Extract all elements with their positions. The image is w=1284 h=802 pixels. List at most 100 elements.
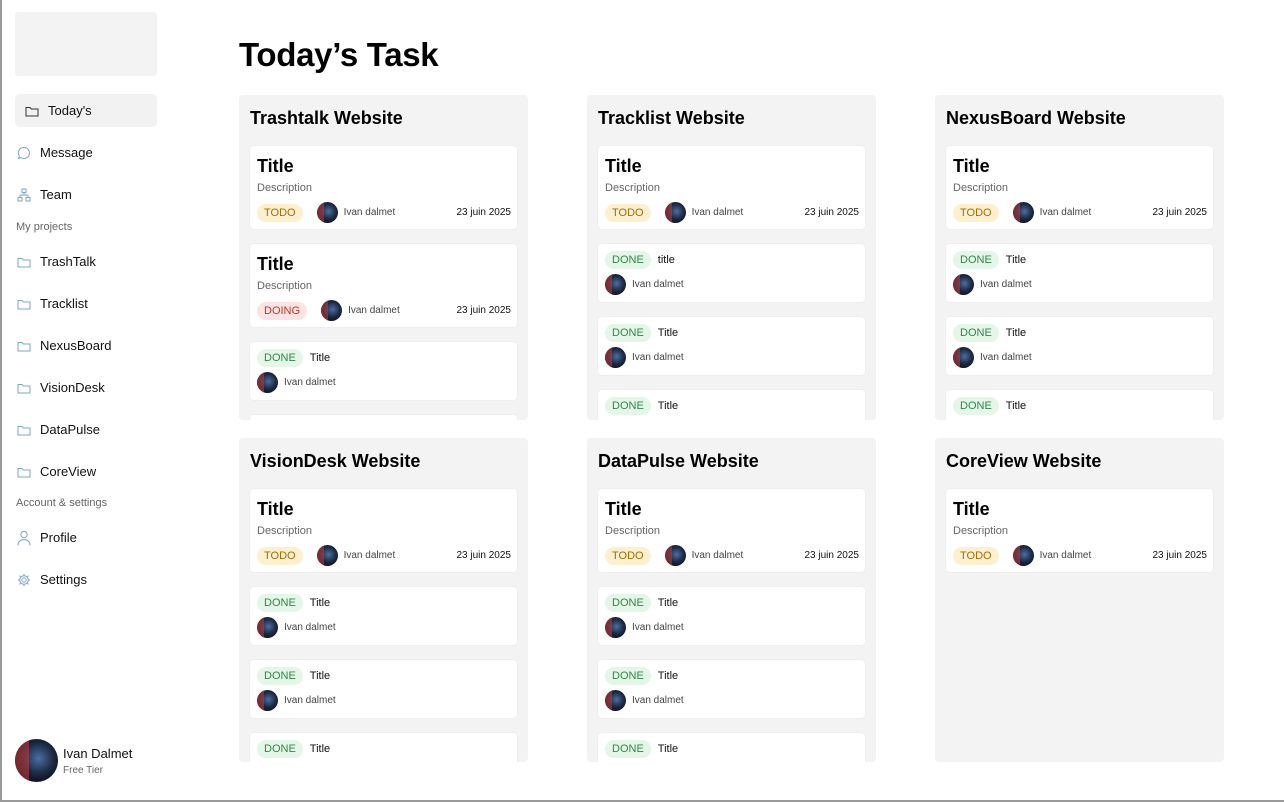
folder-icon: [17, 423, 31, 437]
due-date: 23 juin 2025: [804, 550, 860, 561]
task-description: Description: [257, 280, 313, 292]
task-card[interactable]: DONE Title Ivan dalmet: [946, 244, 1213, 302]
nav-item-label: Team: [40, 187, 72, 202]
status-badge: DONE: [953, 397, 999, 415]
project-column: CoreView Website Title Description TODO Ivan…: [935, 438, 1224, 762]
assignee-name: Ivan dalmet: [691, 207, 744, 218]
task-card[interactable]: Title Description TODO Ivan dalmet 23 juin 2…: [250, 489, 517, 572]
sidebar: Today's Message Team My projects TrashTa…: [2, 0, 172, 800]
task-card[interactable]: DONETitleIvan dalmet: [598, 733, 865, 762]
task-card[interactable]: Title Description TODO Ivan dalmet 23 juin 2…: [250, 146, 517, 229]
task-title: Title: [657, 597, 679, 609]
section-label-projects: My projects: [16, 221, 73, 233]
task-card[interactable]: Title Description TODO Ivan dalmet 23 juin 2…: [946, 489, 1213, 572]
assignee-name: Ivan dalmet: [632, 695, 684, 706]
project-column: NexusBoard Website Title Description TODO Iv…: [935, 95, 1224, 420]
task-title: Title: [657, 743, 679, 755]
assignee-name: Ivan dalmet: [980, 279, 1032, 290]
project-column: Tracklist Website Title Description TODO Iva…: [587, 95, 876, 420]
nav-item-message[interactable]: Message: [15, 136, 157, 169]
task-card[interactable]: DONETitleIvan dalmet: [598, 390, 865, 420]
task-title: Title: [257, 254, 294, 274]
assignee-name: Ivan dalmet: [284, 695, 336, 706]
folder-icon: [25, 104, 39, 118]
user-name: Ivan Dalmet: [63, 745, 133, 761]
nav-item-label: Settings: [40, 572, 87, 587]
task-card[interactable]: DONETitleIvan dalmet: [946, 317, 1213, 375]
avatar: [1012, 202, 1034, 223]
task-title: Title: [309, 743, 331, 755]
task-title: Title: [953, 156, 990, 176]
task-description: Description: [605, 525, 661, 537]
status-badge: DONE: [953, 251, 999, 269]
column-title: Tracklist Website: [598, 108, 745, 128]
nav-item-label: DataPulse: [40, 422, 100, 437]
nav-item-label: VisionDesk: [40, 380, 105, 395]
avatar: [257, 372, 278, 393]
task-card[interactable]: DONE title Ivan dalmet: [598, 244, 865, 302]
user-tier: Free Tier: [63, 764, 104, 776]
sidebar-item-coreview[interactable]: CoreView: [15, 455, 157, 488]
sidebar-item-tracklist[interactable]: Tracklist: [15, 287, 157, 320]
column-title: Trashtalk Website: [250, 108, 403, 128]
folder-icon: [17, 339, 31, 353]
sidebar-item-visiondesk[interactable]: VisionDesk: [15, 371, 157, 404]
status-badge: DONE: [605, 667, 651, 685]
team-icon: [17, 188, 31, 202]
assignee-name: Ivan dalmet: [1039, 207, 1092, 218]
task-card[interactable]: DONETitleIvan dalmet: [250, 342, 517, 400]
sidebar-item-trashtalk[interactable]: TrashTalk: [15, 245, 157, 278]
nav-item-todays[interactable]: Today's: [15, 94, 157, 127]
task-card[interactable]: Title Description TODO Ivan dalmet 23 juin 2…: [946, 146, 1213, 229]
avatar: [257, 617, 278, 638]
due-date: 23 juin 2025: [1152, 207, 1208, 218]
avatar: [605, 347, 626, 368]
sidebar-item-settings[interactable]: Settings: [15, 563, 157, 596]
avatar: [316, 545, 338, 566]
project-column: Trashtalk Website Title Description TODO Iva…: [239, 95, 528, 420]
status-badge: TODO: [257, 203, 303, 222]
task-card[interactable]: DONETitleIvan dalmet: [598, 587, 865, 645]
task-card[interactable]: Title Description DOING Ivan dalmet 23 juin …: [250, 244, 517, 327]
status-badge: TODO: [605, 203, 651, 222]
due-date: 23 juin 2025: [456, 207, 512, 218]
task-title: Title: [257, 499, 294, 519]
avatar: [605, 617, 626, 638]
avatar: [605, 690, 626, 711]
assignee-name: Ivan dalmet: [284, 622, 336, 633]
assignee-name: Ivan dalmet: [691, 550, 744, 561]
task-card[interactable]: DONETitleIvan dalmet: [946, 390, 1213, 420]
task-card[interactable]: DONETitleIvan dalmet: [250, 733, 517, 762]
assignee-name: Ivan dalmet: [632, 622, 684, 633]
assignee-name: Ivan dalmet: [284, 377, 336, 388]
status-badge: DONE: [257, 667, 303, 685]
task-description: Description: [953, 525, 1009, 537]
sidebar-item-nexusboard[interactable]: NexusBoard: [15, 329, 157, 362]
task-title: Title: [1005, 254, 1027, 266]
task-card[interactable]: DONE Title Ivan dalmet: [598, 660, 865, 718]
sidebar-item-profile[interactable]: Profile: [15, 521, 157, 554]
nav-item-label: TrashTalk: [40, 254, 96, 269]
task-title: Title: [657, 670, 679, 682]
nav-item-team[interactable]: Team: [15, 178, 157, 211]
due-date: 23 juin 2025: [1152, 550, 1208, 561]
status-badge: DONE: [257, 740, 303, 758]
task-card[interactable]: DONETitleIvan dalmet: [250, 415, 517, 420]
task-title: Title: [1005, 327, 1027, 339]
avatar: [605, 274, 626, 295]
folder-icon: [17, 255, 31, 269]
due-date: 23 juin 2025: [804, 207, 860, 218]
project-column: DataPulse Website Title Description TODO Iva…: [587, 438, 876, 762]
project-column: VisionDesk Website Title Description TODO Iv…: [239, 438, 528, 762]
task-description: Description: [257, 525, 313, 537]
task-card[interactable]: Title Description TODO Ivan dalmet 23 juin 2…: [598, 489, 865, 572]
status-badge: TODO: [605, 546, 651, 565]
task-card[interactable]: DONETitleIvan dalmet: [250, 587, 517, 645]
user-profile-block[interactable]: Ivan Dalmet Free Tier: [15, 739, 132, 782]
nav-item-label: Today's: [48, 103, 92, 118]
avatar: [664, 545, 686, 566]
task-card[interactable]: Title Description TODO Ivan dalmet 23 juin 2…: [598, 146, 865, 229]
sidebar-item-datapulse[interactable]: DataPulse: [15, 413, 157, 446]
task-card[interactable]: DONETitleIvan dalmet: [598, 317, 865, 375]
task-card[interactable]: DONETitleIvan dalmet: [250, 660, 517, 718]
